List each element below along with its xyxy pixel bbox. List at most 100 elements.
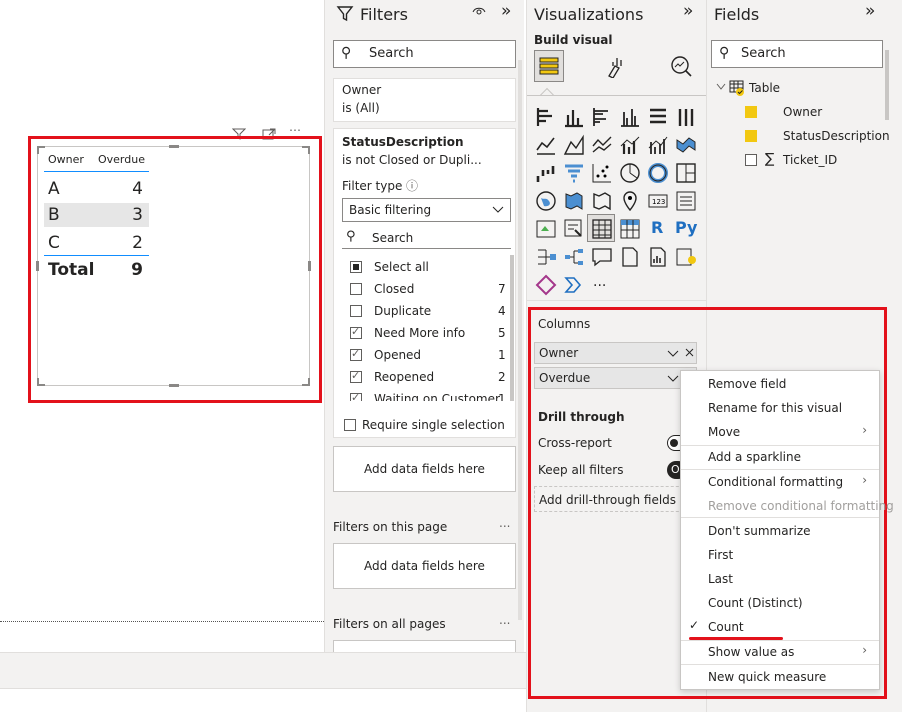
field-owner[interactable]: Owner bbox=[783, 105, 822, 119]
menu-last[interactable]: Last bbox=[708, 572, 733, 586]
add-data-fields-dropzone[interactable]: Add data fields here bbox=[333, 446, 516, 492]
menu-first[interactable]: First bbox=[708, 548, 733, 562]
azure-map-icon[interactable] bbox=[619, 190, 641, 212]
format-visual-icon[interactable] bbox=[605, 56, 627, 78]
menu-show-value-as[interactable]: Show value as bbox=[708, 645, 794, 659]
more-visuals-icon[interactable]: ... bbox=[593, 274, 606, 290]
checkbox-need-more-info[interactable] bbox=[350, 325, 362, 339]
menu-count[interactable]: Count bbox=[708, 620, 744, 634]
filter-item-label: Duplicate bbox=[374, 304, 432, 318]
field-checkbox-ticket-id[interactable] bbox=[745, 154, 757, 166]
build-visual-tab[interactable] bbox=[534, 50, 564, 82]
chevron-down-icon[interactable] bbox=[716, 83, 726, 91]
fields-pane-scrollbar[interactable] bbox=[885, 50, 889, 120]
decomposition-tree-icon[interactable] bbox=[563, 246, 585, 268]
more-options-icon[interactable]: ... bbox=[499, 516, 510, 530]
filters-search-input[interactable]: ⚲ Search bbox=[333, 40, 516, 68]
line-and-column-chart-icon[interactable] bbox=[619, 134, 641, 156]
menu-count-distinct[interactable]: Count (Distinct) bbox=[708, 596, 803, 610]
checkbox-reopened[interactable] bbox=[350, 369, 362, 383]
checkbox-closed[interactable] bbox=[350, 283, 362, 295]
funnel-chart-icon[interactable] bbox=[563, 162, 585, 184]
menu-add-sparkline[interactable]: Add a sparkline bbox=[708, 450, 801, 464]
filter-values-list[interactable]: Select all Closed 7 Duplicate 4 Need Mor… bbox=[334, 255, 510, 401]
stacked-bar-chart-icon[interactable] bbox=[535, 106, 557, 128]
more-options-icon[interactable]: ⋯ bbox=[289, 123, 301, 137]
filters-pane-scrollbar[interactable] bbox=[518, 60, 522, 620]
100-stacked-column-chart-icon[interactable] bbox=[675, 106, 697, 128]
filter-item-count: 1 bbox=[498, 348, 506, 362]
menu-conditional-formatting[interactable]: Conditional formatting bbox=[708, 475, 843, 489]
stacked-column-chart-icon[interactable] bbox=[563, 106, 585, 128]
field-ticket-id[interactable]: Ticket_ID bbox=[783, 153, 837, 167]
table-name[interactable]: Table bbox=[749, 81, 780, 95]
narrative-icon[interactable] bbox=[619, 246, 641, 268]
checkbox-waiting-on-customer[interactable] bbox=[350, 391, 362, 401]
field-statusdescription[interactable]: StatusDescription bbox=[783, 129, 890, 143]
table-visual-selected[interactable] bbox=[587, 214, 615, 242]
map-icon[interactable] bbox=[535, 190, 557, 212]
tab-divider bbox=[527, 95, 707, 96]
line-chart-icon[interactable] bbox=[535, 134, 557, 156]
eye-icon[interactable] bbox=[472, 6, 486, 18]
search-icon: ⚲ bbox=[341, 45, 352, 61]
menu-remove-field[interactable]: Remove field bbox=[708, 377, 786, 391]
scatter-chart-icon[interactable] bbox=[591, 162, 613, 184]
100-stacked-bar-chart-icon[interactable] bbox=[647, 106, 669, 128]
chevron-right-icon: › bbox=[862, 643, 867, 657]
checkbox-duplicate[interactable] bbox=[350, 305, 362, 317]
line-and-clustered-column-icon[interactable] bbox=[647, 134, 669, 156]
power-apps-icon[interactable] bbox=[535, 274, 557, 296]
menu-dont-summarize[interactable]: Don't summarize bbox=[708, 524, 811, 538]
clustered-column-chart-icon[interactable] bbox=[619, 106, 641, 128]
clustered-bar-chart-icon[interactable] bbox=[591, 106, 613, 128]
treemap-icon[interactable] bbox=[675, 162, 697, 184]
area-chart-icon[interactable] bbox=[563, 134, 585, 156]
menu-new-quick-measure[interactable]: New quick measure bbox=[708, 670, 826, 684]
slicer-icon[interactable] bbox=[563, 218, 585, 240]
paginated-report-icon[interactable] bbox=[647, 246, 669, 268]
stacked-area-chart-icon[interactable] bbox=[591, 134, 613, 156]
collapse-fields-icon[interactable]: » bbox=[865, 1, 875, 21]
matrix-icon[interactable] bbox=[619, 218, 641, 240]
checkbox-select-all[interactable] bbox=[350, 261, 362, 273]
waterfall-chart-icon[interactable] bbox=[535, 162, 557, 184]
field-context-menu: Remove field Rename for this visual Move… bbox=[680, 370, 894, 690]
menu-rename-for-visual[interactable]: Rename for this visual bbox=[708, 401, 842, 415]
search-icon: ⚲ bbox=[346, 229, 356, 244]
analytics-icon[interactable] bbox=[669, 54, 693, 78]
search-icon: ⚲ bbox=[719, 45, 730, 61]
ribbon-chart-icon[interactable] bbox=[675, 134, 697, 156]
add-data-fields-all-dropzone[interactable] bbox=[333, 640, 516, 652]
table-icon bbox=[591, 218, 613, 240]
filter-list-search-input[interactable]: ⚲ Search bbox=[342, 227, 511, 249]
power-automate-icon[interactable] bbox=[563, 274, 585, 296]
checkbox-opened[interactable] bbox=[350, 347, 362, 361]
require-single-checkbox[interactable] bbox=[344, 419, 356, 431]
field-checkbox-owner[interactable] bbox=[745, 106, 757, 118]
fields-search-input[interactable]: ⚲ Search bbox=[711, 40, 883, 68]
collapse-filters-icon[interactable]: » bbox=[501, 1, 511, 21]
filter-card-owner[interactable]: Owner is (All) bbox=[333, 78, 516, 122]
field-checkbox-statusdescription[interactable] bbox=[745, 130, 757, 142]
card-icon[interactable]: 123 bbox=[647, 190, 669, 212]
info-icon[interactable]: ⓘ bbox=[406, 177, 418, 194]
filter-type-dropdown[interactable]: Basic filtering bbox=[342, 198, 511, 222]
filter-card-statusdescription[interactable]: StatusDescription is not Closed or Dupli… bbox=[333, 128, 516, 438]
filter-list-scrollbar[interactable] bbox=[510, 255, 514, 401]
donut-chart-icon[interactable] bbox=[647, 162, 669, 184]
key-influencers-icon[interactable] bbox=[535, 246, 557, 268]
collapse-visualizations-icon[interactable]: » bbox=[683, 1, 693, 21]
kpi-icon[interactable] bbox=[535, 218, 557, 240]
add-data-fields-page-dropzone[interactable]: Add data fields here bbox=[333, 543, 516, 589]
metrics-icon[interactable] bbox=[675, 246, 697, 268]
filled-map-icon[interactable] bbox=[563, 190, 585, 212]
more-options-icon[interactable]: ... bbox=[499, 613, 510, 627]
multi-row-card-icon[interactable] bbox=[675, 190, 697, 212]
python-visual-icon[interactable]: Py bbox=[675, 218, 697, 237]
menu-move[interactable]: Move bbox=[708, 425, 740, 439]
pie-chart-icon[interactable] bbox=[619, 162, 641, 184]
shape-map-icon[interactable] bbox=[591, 190, 613, 212]
r-script-visual-icon[interactable]: R bbox=[651, 218, 663, 237]
qa-icon[interactable] bbox=[591, 246, 613, 268]
